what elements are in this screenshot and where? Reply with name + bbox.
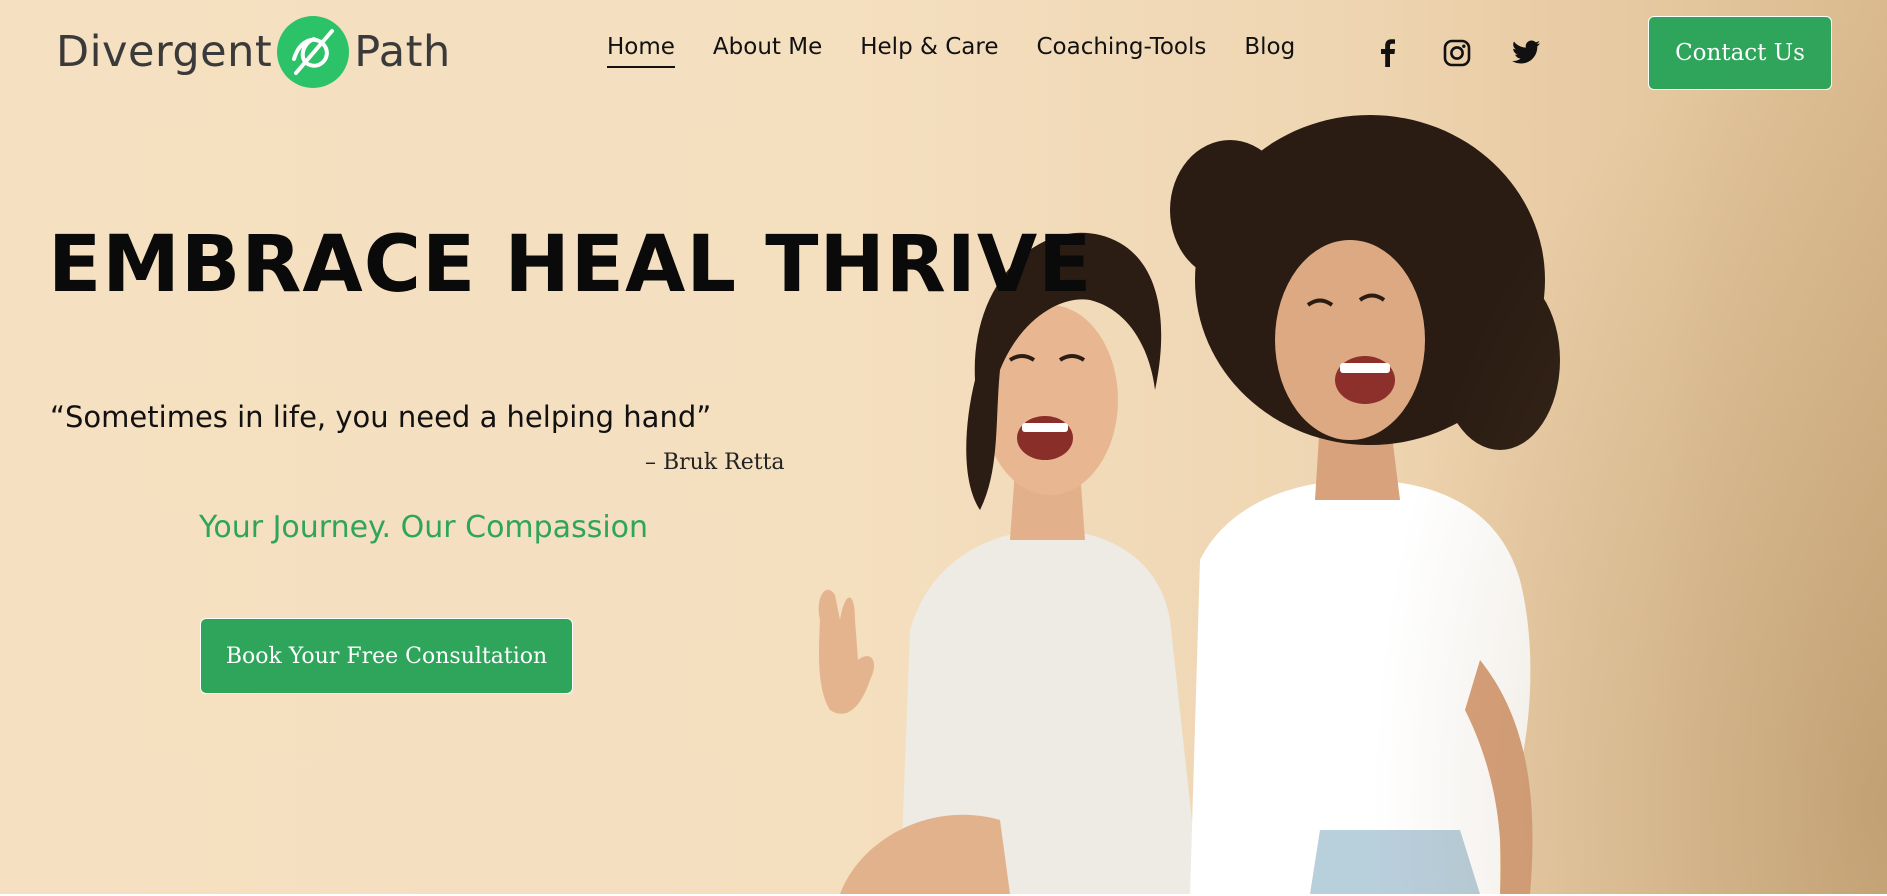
- book-consultation-button[interactable]: Book Your Free Consultation: [200, 618, 573, 694]
- hero-quote: “Sometimes in life, you need a helping h…: [50, 400, 712, 434]
- nav-item-help-care[interactable]: Help & Care: [860, 34, 998, 68]
- nav-item-home[interactable]: Home: [607, 34, 675, 68]
- twitter-icon[interactable]: [1511, 38, 1541, 68]
- main-nav: Home About Me Help & Care Coaching-Tools…: [607, 34, 1333, 68]
- hero-photo: [818, 115, 1560, 894]
- instagram-icon[interactable]: [1442, 38, 1472, 68]
- quote-author: – Bruk Retta: [645, 450, 785, 475]
- nav-item-blog[interactable]: Blog: [1244, 34, 1295, 68]
- nav-item-coaching-tools[interactable]: Coaching-Tools: [1036, 34, 1206, 68]
- site-logo[interactable]: Divergent Path: [56, 14, 451, 90]
- divergent-path-logo-icon: [277, 16, 350, 88]
- contact-us-button[interactable]: Contact Us: [1648, 16, 1832, 90]
- hero-headline: EMBRACE HEAL THRIVE: [48, 220, 1093, 310]
- woman-left-figure: [818, 232, 1200, 894]
- logo-text-right: Path: [354, 27, 451, 77]
- woman-right-figure: [1170, 115, 1560, 894]
- hero-section: Divergent Path Home About Me Help & Care…: [0, 0, 1887, 894]
- hero-tagline: Your Journey. Our Compassion: [199, 510, 649, 545]
- facebook-icon[interactable]: [1372, 38, 1402, 68]
- nav-item-about-me[interactable]: About Me: [713, 34, 822, 68]
- logo-text-left: Divergent: [56, 27, 273, 77]
